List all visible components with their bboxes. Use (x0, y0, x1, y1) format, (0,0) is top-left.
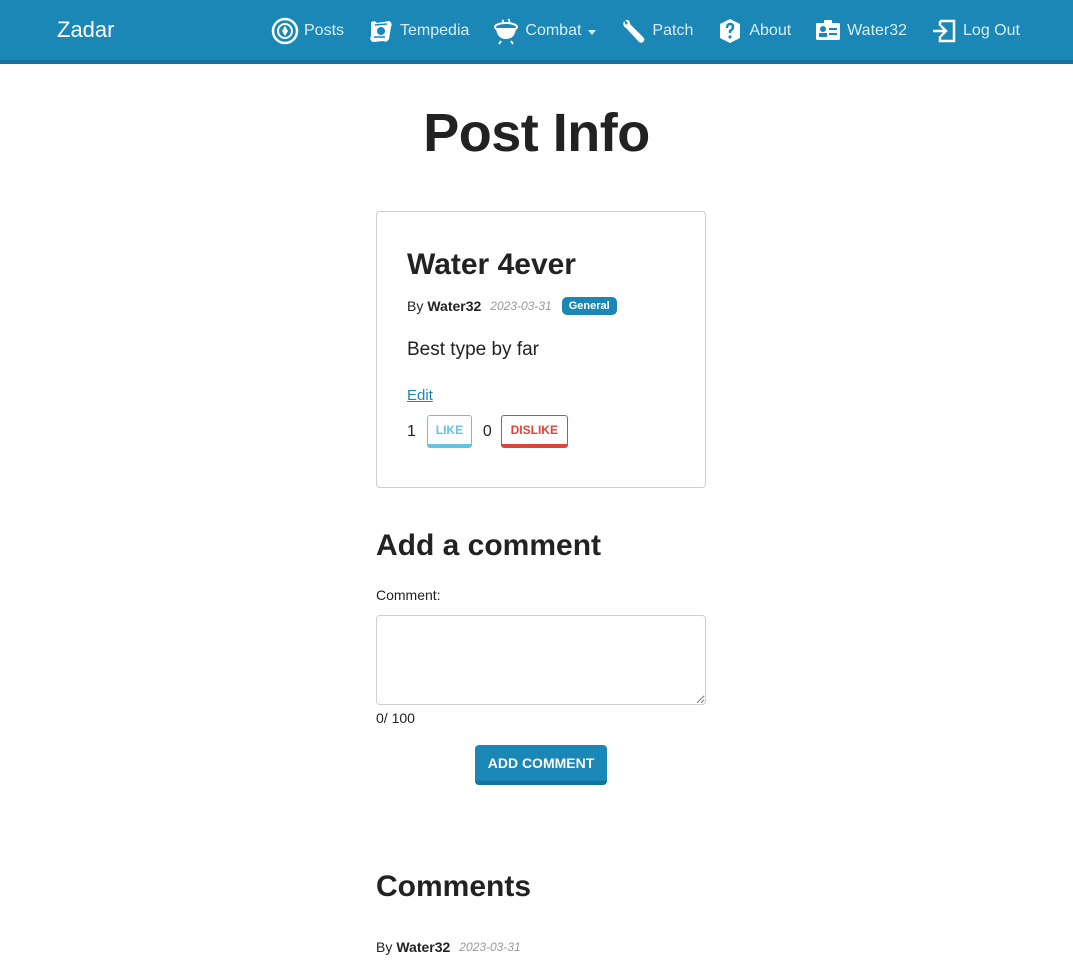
nav-item-label: About (749, 22, 792, 39)
post-meta: By Water32 2023-03-31 General (407, 297, 617, 315)
add-comment-heading: Add a comment (376, 529, 602, 562)
id-card-icon (813, 16, 843, 46)
nav-item-profile[interactable]: Water32 (813, 16, 907, 46)
comment-label: Comment: (376, 587, 441, 603)
nav-item-label: Posts (304, 22, 345, 39)
nav-menu: Posts Tempedia Combat Patch About Water3… (270, 14, 1020, 48)
nav-item-label: Log Out (963, 22, 1020, 39)
nav-item-label: Combat (525, 22, 582, 39)
nav-item-label: Tempedia (400, 22, 470, 39)
navbar: Zadar Posts Tempedia Combat Patch About … (0, 0, 1073, 64)
vote-controls: 1 LIKE 0 DISLIKE (407, 415, 568, 448)
logout-icon (929, 16, 959, 46)
brand-link[interactable]: Zadar (57, 17, 114, 43)
page-title: Post Info (423, 103, 650, 163)
like-button[interactable]: LIKE (426, 415, 472, 448)
nav-item-tempedia[interactable]: Tempedia (366, 16, 469, 46)
edit-link[interactable]: Edit (407, 387, 433, 404)
post-date: 2023-03-31 (490, 299, 552, 313)
cauldron-icon (491, 16, 521, 46)
by-label: By (376, 939, 393, 955)
post-title: Water 4ever (407, 248, 576, 281)
post-card: Water 4ever By Water32 2023-03-31 Genera… (376, 211, 706, 488)
question-icon (715, 16, 745, 46)
nav-item-about[interactable]: About (715, 16, 791, 46)
wrench-icon (618, 16, 648, 46)
comments-heading: Comments (376, 870, 532, 903)
nav-item-logout[interactable]: Log Out (929, 16, 1020, 46)
coin-icon (270, 16, 300, 46)
by-label: By (407, 298, 424, 314)
comment-author: Water32 (396, 939, 451, 955)
post-author: Water32 (427, 298, 482, 314)
category-badge: General (561, 297, 617, 315)
add-comment-button[interactable]: ADD COMMENT (475, 745, 607, 785)
comment-item: By Water32 2023-03-31 (376, 939, 521, 955)
nav-item-posts[interactable]: Posts (270, 16, 344, 46)
nav-item-label: Water32 (847, 22, 908, 39)
post-body: Best type by far (407, 339, 540, 360)
chevron-down-icon (588, 29, 597, 35)
nav-item-label: Patch (652, 22, 694, 39)
dislike-button[interactable]: DISLIKE (500, 415, 568, 448)
nav-item-patch[interactable]: Patch (618, 16, 693, 46)
comment-date: 2023-03-31 (459, 940, 521, 954)
comment-input[interactable] (376, 615, 706, 705)
nav-item-combat[interactable]: Combat (491, 16, 597, 46)
dislike-count: 0 (482, 422, 492, 440)
char-counter: 0/ 100 (376, 710, 415, 726)
scroll-icon (366, 16, 396, 46)
like-count: 1 (407, 422, 416, 440)
